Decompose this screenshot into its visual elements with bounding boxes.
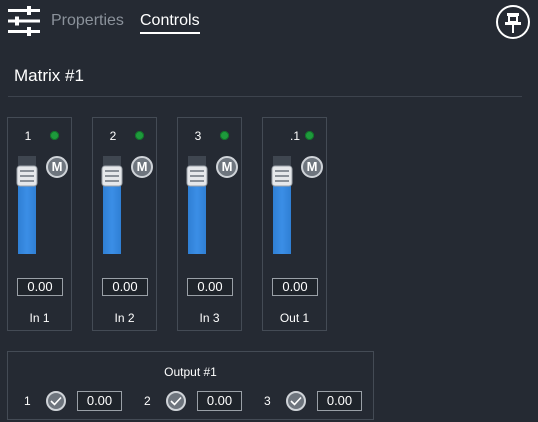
fader-handle[interactable] [271,165,293,187]
route-enable-toggle[interactable] [166,391,186,411]
channel-number: 1 [24,129,32,143]
mute-button[interactable]: M [216,156,238,178]
signal-led [135,131,144,140]
route-number: 3 [264,394,271,408]
output-title: Output #1 [164,365,217,379]
channel-label: In 1 [29,311,50,325]
channel-number: 2 [109,129,117,143]
tab-properties[interactable]: Properties [51,11,124,31]
output-panel: Output #1 1 0.00 2 0.00 3 0.00 [7,351,374,420]
route-number: 1 [24,394,31,408]
mute-icon: M [221,159,233,174]
channel-label: In 2 [114,311,135,325]
mute-button[interactable]: M [131,156,153,178]
pin-button[interactable] [496,5,530,39]
gain-input[interactable]: 0.00 [187,278,233,296]
route-gain-input[interactable]: 0.00 [197,391,242,411]
gain-input[interactable]: 0.00 [102,278,148,296]
channel-label: Out 1 [279,311,310,325]
signal-led [305,131,314,140]
gain-input[interactable]: 0.00 [17,278,63,296]
channel-number: .1 [289,129,300,143]
mute-button[interactable]: M [301,156,323,178]
channel-strip-in-3: 3 M 0.00 In 3 [177,117,242,331]
channel-label: In 3 [199,311,220,325]
fader-handle[interactable] [16,165,38,187]
channel-number: 3 [194,129,202,143]
tab-controls[interactable]: Controls [140,11,200,31]
sliders-icon[interactable] [8,6,40,36]
mute-icon: M [136,159,148,174]
route-number: 2 [144,394,151,408]
checkmark-icon [290,396,302,406]
fader-handle[interactable] [186,165,208,187]
checkmark-icon [50,396,62,406]
signal-led [50,131,59,140]
route-gain-input[interactable]: 0.00 [317,391,362,411]
gain-input[interactable]: 0.00 [272,278,318,296]
mute-button[interactable]: M [46,156,68,178]
active-tab-indicator [140,32,200,34]
route-gain-input[interactable]: 0.00 [77,391,122,411]
checkmark-icon [170,396,182,406]
divider [8,96,522,97]
channel-strip-out-1: .1 M 0.00 Out 1 [262,117,327,331]
mute-icon: M [51,159,63,174]
route-enable-toggle[interactable] [46,391,66,411]
fader-handle[interactable] [101,165,123,187]
matrix-title: Matrix #1 [14,66,84,85]
route-enable-toggle[interactable] [286,391,306,411]
top-bar: Properties Controls [0,0,538,44]
signal-led [220,131,229,140]
channel-strip-in-2: 2 M 0.00 In 2 [92,117,157,331]
channel-strip-in-1: 1 M 0.00 In 1 [7,117,72,331]
mute-icon: M [306,159,318,174]
